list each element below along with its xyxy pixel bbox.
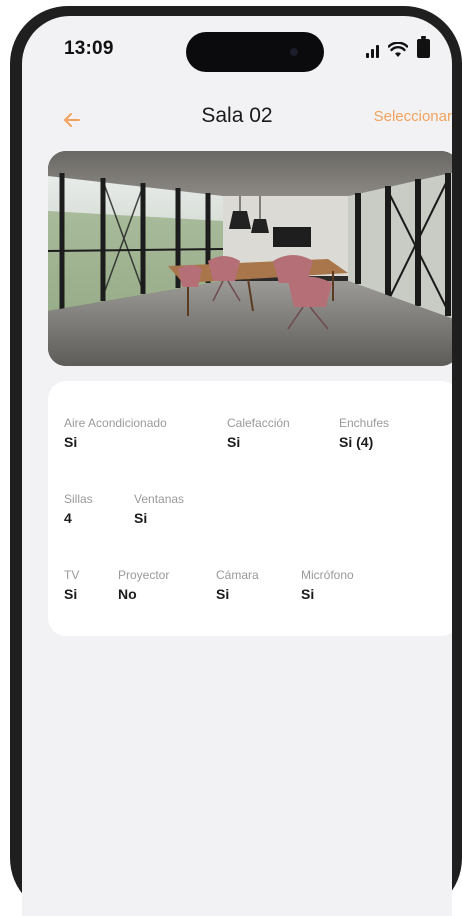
- feature-label: Aire Acondicionado: [64, 416, 167, 430]
- feature-value: Si (4): [339, 434, 374, 450]
- feature-calefaccion: Calefacción Si: [227, 416, 290, 450]
- room-details-card: Aire Acondicionado Si Calefacción Si Enc…: [48, 381, 452, 636]
- feature-label: Ventanas: [134, 492, 185, 506]
- feature-proyector: Proyector No: [118, 568, 169, 602]
- dynamic-island: [186, 32, 324, 72]
- feature-label: Calefacción: [227, 416, 290, 430]
- feature-label: Micrófono: [301, 568, 354, 582]
- feature-aire-acondicionado: Aire Acondicionado Si: [64, 416, 167, 450]
- feature-value: Si: [216, 586, 230, 602]
- feature-ventanas: Ventanas Si: [134, 492, 184, 526]
- feature-label: TV: [64, 568, 80, 582]
- feature-label: Cámara: [216, 568, 259, 582]
- feature-value: Si: [301, 586, 315, 602]
- feature-camara: Cámara Si: [216, 568, 259, 602]
- status-time: 13:09: [64, 38, 114, 59]
- feature-value: Si: [64, 434, 78, 450]
- feature-sillas: Sillas 4: [64, 492, 93, 526]
- feature-value: Si: [227, 434, 241, 450]
- feature-label: Enchufes: [339, 416, 390, 430]
- signal-icon: [366, 42, 379, 58]
- feature-value: No: [118, 586, 137, 602]
- app-screen: 13:09 Sala 02 Seleccionar Aire Acondicio…: [22, 16, 452, 916]
- feature-label: Sillas: [64, 492, 93, 506]
- status-icons: [366, 36, 430, 58]
- select-button[interactable]: Seleccionar: [374, 108, 452, 125]
- feature-enchufes: Enchufes Si (4): [339, 416, 389, 450]
- wifi-icon: [388, 42, 408, 57]
- feature-label: Proyector: [118, 568, 170, 582]
- battery-icon: [417, 36, 430, 58]
- meeting-room-photo: [48, 151, 452, 366]
- feature-value: 4: [64, 510, 72, 526]
- feature-value: Si: [64, 586, 78, 602]
- feature-microfono: Micrófono Si: [301, 568, 354, 602]
- feature-value: Si: [134, 510, 148, 526]
- feature-tv: TV Si: [64, 568, 79, 602]
